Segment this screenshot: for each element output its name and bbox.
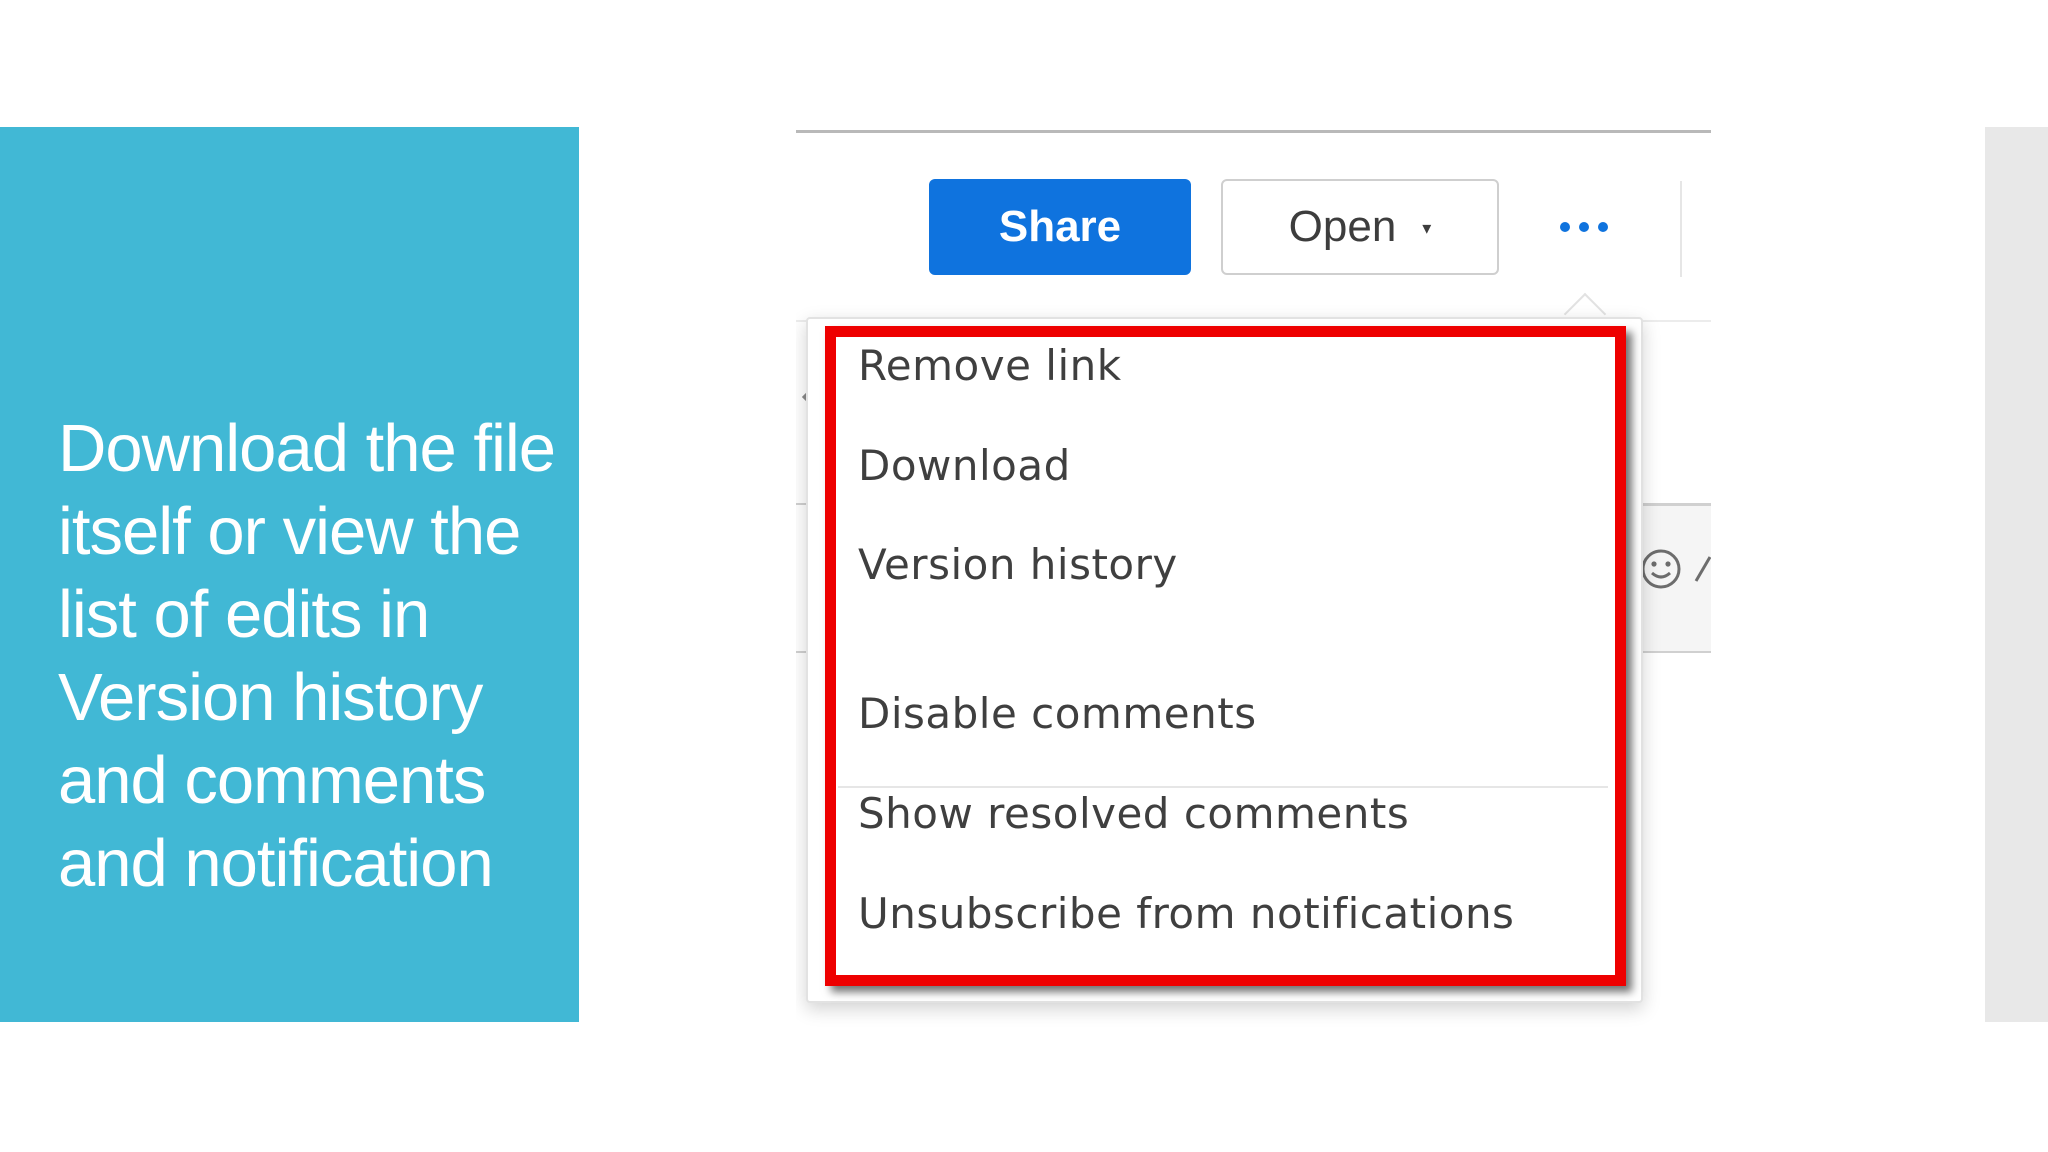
- background-divider: [1639, 651, 1711, 653]
- slide-text: Download the file itself or view the lis…: [58, 411, 556, 901]
- more-options-button[interactable]: [1536, 197, 1632, 257]
- menu-item-remove-link[interactable]: Remove link: [858, 331, 1588, 401]
- menu-item-version-history[interactable]: Version history: [858, 530, 1588, 600]
- menu-item-unsubscribe-notifications[interactable]: Unsubscribe from notifications: [858, 879, 1588, 949]
- ui-screenshot: Share Open ▾ Remove link Download Versio…: [796, 127, 1711, 1047]
- emoji-icon-svg: [1641, 549, 1681, 589]
- more-options-menu: Remove link Download Version history Dis…: [806, 317, 1643, 1003]
- menu-item-disable-comments[interactable]: Disable comments: [858, 679, 1588, 749]
- more-horizontal-icon: [1560, 222, 1570, 232]
- caret-down-icon: ▾: [1422, 217, 1432, 238]
- open-button-label: Open: [1288, 202, 1397, 251]
- more-horizontal-icon-dot: [1579, 222, 1589, 232]
- background-divider: [1639, 503, 1711, 506]
- pencil-icon[interactable]: [1692, 551, 1711, 589]
- emoji-icon[interactable]: [1639, 547, 1683, 591]
- text-panel: Download the file itself or view the lis…: [0, 127, 579, 1022]
- more-horizontal-icon-dot: [1598, 222, 1608, 232]
- open-button[interactable]: Open ▾: [1221, 179, 1499, 275]
- menu-item-download[interactable]: Download: [858, 431, 1588, 501]
- share-button[interactable]: Share: [929, 179, 1191, 275]
- menu-item-show-resolved-comments[interactable]: Show resolved comments: [858, 779, 1588, 849]
- pencil-icon-svg: [1694, 556, 1711, 582]
- right-edge-strip: [1985, 127, 2048, 1022]
- slide: Download the file itself or view the lis…: [0, 0, 2048, 1152]
- toolbar-separator: [1680, 181, 1682, 277]
- top-divider: [796, 130, 1711, 133]
